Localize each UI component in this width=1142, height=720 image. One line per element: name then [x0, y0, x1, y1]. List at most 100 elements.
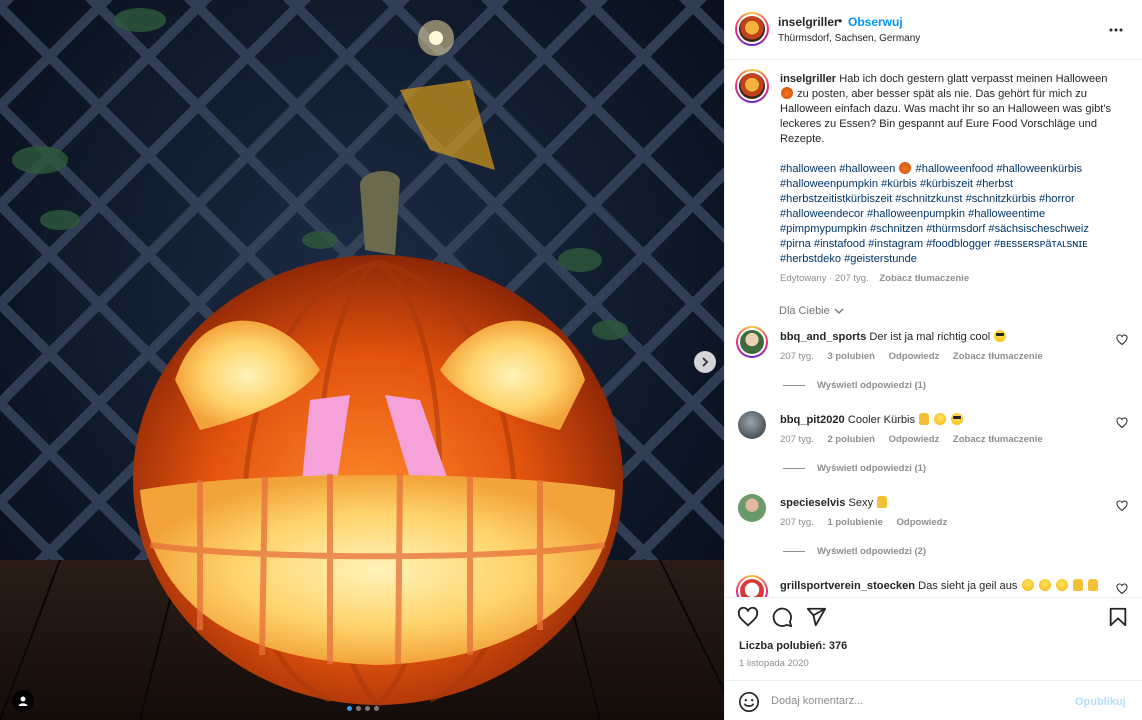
- pumpkin-emoji-icon: [781, 87, 793, 99]
- thumbs-up-emoji-icon: [919, 413, 930, 425]
- pumpkin-image: [0, 0, 724, 720]
- share-icon[interactable]: [805, 606, 827, 628]
- author-avatar[interactable]: [735, 12, 769, 46]
- carousel-dot: [356, 706, 361, 711]
- comment-icon[interactable]: [771, 606, 793, 628]
- view-replies-label: Wyświetl odpowiedzi (2): [817, 546, 927, 557]
- comment-username[interactable]: grillsportverein_stoecken: [780, 580, 915, 592]
- comment-item: specieselvis Sexy 207 tyg. 1 polubienie …: [725, 492, 1142, 575]
- comment-body: Der ist ja mal richtig cool: [869, 331, 991, 343]
- comment-text: bbq_pit2020 Cooler Kürbis: [780, 413, 964, 426]
- caption-avatar[interactable]: [735, 69, 769, 103]
- comment-username[interactable]: bbq_and_sports: [780, 331, 866, 343]
- view-replies-button[interactable]: Wyświetl odpowiedzi (2): [783, 546, 926, 557]
- comment-reply-button[interactable]: Odpowiedz: [897, 517, 948, 528]
- more-icon: [1109, 28, 1123, 32]
- comment-text: specieselvis Sexy: [780, 496, 888, 509]
- likes-count[interactable]: Liczba polubień: 376: [739, 640, 847, 652]
- comment-like-heart-icon[interactable]: [1116, 417, 1128, 429]
- hashtags-line-2[interactable]: #halloweenfood #halloweenkürbis #hallowe…: [780, 163, 1089, 265]
- comment-avatar[interactable]: [738, 494, 766, 522]
- laughing-emoji-icon: [1021, 579, 1034, 591]
- caption-username[interactable]: inselgriller: [780, 73, 836, 85]
- carousel-dot: [374, 706, 379, 711]
- comment-body: Cooler Kürbis: [847, 414, 916, 426]
- caption-hashtags[interactable]: #halloween #halloween #halloweenfood #ha…: [780, 162, 1120, 267]
- comments-section[interactable]: inselgriller Hab ich doch gestern glatt …: [725, 61, 1142, 597]
- comment-like-heart-icon[interactable]: [1116, 500, 1128, 512]
- comment-translate-link[interactable]: Zobacz tłumaczenie: [953, 351, 1043, 362]
- user-tag-icon: [18, 696, 28, 706]
- view-replies-label: Wyświetl odpowiedzi (1): [817, 463, 927, 474]
- comment-like-heart-icon[interactable]: [1116, 334, 1128, 346]
- comment-translate-link[interactable]: Zobacz tłumaczenie: [953, 434, 1043, 445]
- thumbs-up-emoji-icon: [877, 496, 888, 508]
- laughing-emoji-icon: [1055, 579, 1068, 591]
- comment-text: bbq_and_sports Der ist ja mal richtig co…: [780, 330, 1007, 343]
- sunglasses-emoji-icon: [951, 413, 964, 425]
- pumpkin-emoji-icon: [899, 162, 912, 174]
- sunglasses-emoji-icon: [994, 330, 1007, 342]
- comment-meta: 207 tyg. 2 polubień Odpowiedz Zobacz tłu…: [780, 434, 1054, 445]
- caption-text-2: zu posten, aber besser spät als nie. Das…: [780, 88, 1111, 145]
- caption-text-1: Hab ich doch gestern glatt verpasst mein…: [839, 73, 1108, 85]
- post-date: 1 listopada 2020: [739, 658, 809, 669]
- comment-avatar[interactable]: [736, 575, 768, 597]
- comment-body: Sexy: [848, 497, 874, 509]
- comment-username[interactable]: specieselvis: [780, 497, 845, 509]
- hashtags-line-1[interactable]: #halloween #halloween: [780, 163, 895, 175]
- author-username[interactable]: inselgriller: [778, 15, 839, 29]
- smile-emoji-icon: [934, 413, 947, 425]
- comment-avatar[interactable]: [738, 411, 766, 439]
- thumbs-up-emoji-icon: [1072, 579, 1083, 591]
- post-header: inselgriller • Obserwuj Thürmsdorf, Sach…: [725, 0, 1142, 60]
- follow-button[interactable]: Obserwuj: [848, 15, 903, 29]
- comment-age: 207 tyg.: [780, 517, 814, 528]
- comment-likes[interactable]: 1 polubienie: [827, 517, 882, 528]
- comment-reply-button[interactable]: Odpowiedz: [889, 351, 940, 362]
- view-replies-button[interactable]: Wyświetl odpowiedzi (1): [783, 463, 926, 474]
- post-location[interactable]: Thürmsdorf, Sachsen, Germany: [778, 33, 920, 44]
- post-caption: inselgriller Hab ich doch gestern glatt …: [780, 72, 1115, 147]
- post-actions: Liczba polubień: 376 1 listopada 2020: [725, 597, 1142, 680]
- bookmark-icon[interactable]: [1107, 606, 1129, 628]
- carousel-dot-active: [347, 706, 352, 711]
- chevron-right-icon: [702, 357, 709, 367]
- caption-edited-age: Edytowany · 207 tyg.: [780, 273, 869, 284]
- post-comment-button[interactable]: Opublikuj: [1075, 696, 1126, 708]
- view-replies-button[interactable]: Wyświetl odpowiedzi (1): [783, 380, 926, 391]
- more-options-button[interactable]: [1105, 19, 1127, 41]
- comment-text: grillsportverein_stoecken Das sieht ja g…: [780, 579, 1099, 592]
- comment-reply-button[interactable]: Odpowiedz: [889, 434, 940, 445]
- carousel-next-button[interactable]: [694, 351, 716, 373]
- comment-item: grillsportverein_stoecken Das sieht ja g…: [725, 575, 1142, 597]
- sort-label: Dla Ciebie: [779, 305, 830, 317]
- post-photo: [0, 0, 724, 720]
- comment-avatar[interactable]: [736, 326, 768, 358]
- sort-dropdown[interactable]: Dla Ciebie: [779, 305, 844, 317]
- add-comment-bar: Opublikuj: [725, 680, 1142, 720]
- comment-item: bbq_and_sports Der ist ja mal richtig co…: [725, 326, 1142, 409]
- comment-body: Das sieht ja geil aus: [918, 580, 1018, 592]
- comment-age: 207 tyg.: [780, 434, 814, 445]
- laughing-emoji-icon: [1038, 579, 1051, 591]
- comment-item: bbq_pit2020 Cooler Kürbis 207 tyg. 2 pol…: [725, 409, 1142, 492]
- comment-age: 207 tyg.: [780, 351, 814, 362]
- separator-dot: •: [838, 14, 843, 28]
- emoji-icon[interactable]: [738, 691, 760, 713]
- comment-username[interactable]: bbq_pit2020: [780, 414, 845, 426]
- comment-likes[interactable]: 3 polubień: [827, 351, 875, 362]
- view-replies-label: Wyświetl odpowiedzi (1): [817, 380, 927, 391]
- comment-likes[interactable]: 2 polubień: [827, 434, 875, 445]
- post-details-panel: inselgriller • Obserwuj Thürmsdorf, Sach…: [724, 0, 1142, 720]
- caption-translate-link[interactable]: Zobacz tłumaczenie: [879, 273, 969, 284]
- user-tags-button[interactable]: [12, 690, 34, 712]
- chevron-down-icon: [834, 308, 844, 314]
- thumbs-up-emoji-icon: [1087, 579, 1098, 591]
- caption-meta: Edytowany · 207 tyg. Zobacz tłumaczenie: [780, 273, 969, 284]
- comment-input[interactable]: [771, 689, 1061, 713]
- comment-meta: 207 tyg. 1 polubienie Odpowiedz: [780, 517, 958, 528]
- comment-like-heart-icon[interactable]: [1116, 583, 1128, 595]
- heart-icon[interactable]: [737, 606, 759, 628]
- carousel-dot: [365, 706, 370, 711]
